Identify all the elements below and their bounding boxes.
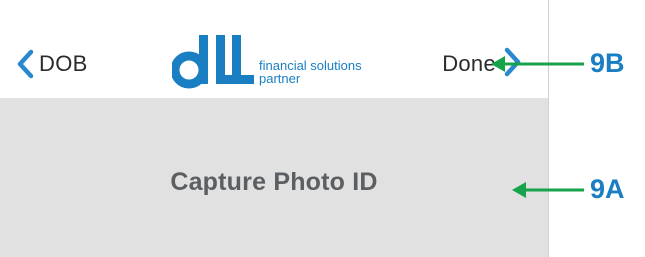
callout-9a: 9A — [511, 174, 625, 205]
capture-photo-id-panel[interactable]: Capture Photo ID — [0, 98, 548, 257]
callout-tag: 9A — [590, 174, 625, 204]
dll-logo-mark — [172, 35, 254, 89]
arrow-left-icon — [512, 181, 584, 198]
logo-tagline-line2: partner — [259, 71, 301, 86]
app-screen: DOB financial solutions partner Done Cap… — [0, 0, 549, 257]
back-button[interactable]: DOB — [16, 44, 88, 84]
logo-tagline: financial solutions partner — [259, 59, 362, 85]
chevron-left-icon — [16, 49, 36, 79]
dll-logo: financial solutions partner — [172, 33, 372, 93]
annotated-screenshot: DOB financial solutions partner Done Cap… — [0, 0, 645, 257]
callout-tag: 9B — [590, 48, 625, 78]
arrow-left-icon — [491, 55, 584, 72]
back-button-label: DOB — [39, 51, 88, 76]
done-button-label: Done — [442, 51, 496, 76]
navigation-bar: DOB financial solutions partner Done — [0, 0, 548, 98]
panel-title: Capture Photo ID — [170, 168, 378, 196]
callout-9b: 9B — [490, 48, 625, 79]
